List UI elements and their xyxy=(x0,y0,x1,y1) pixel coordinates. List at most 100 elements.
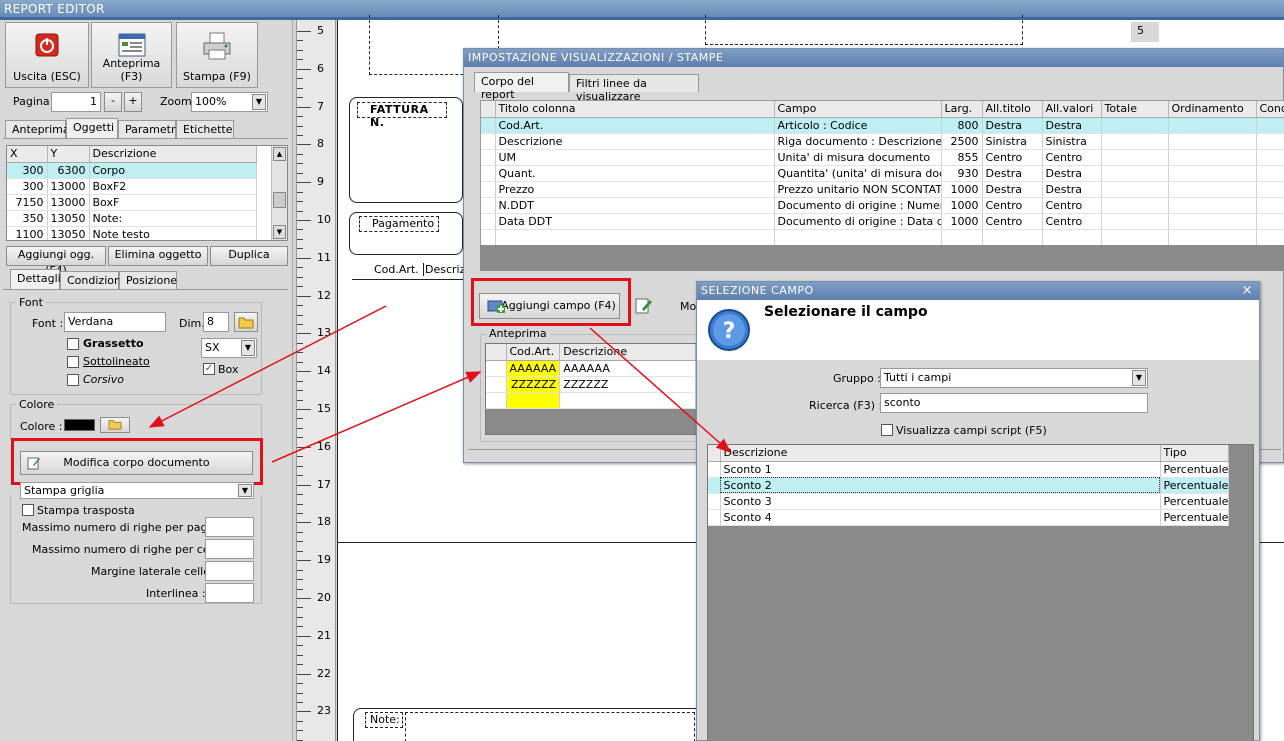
col-type[interactable]: Tipo xyxy=(1160,445,1229,462)
ruler-label: 21 xyxy=(317,628,331,642)
notes-text-box[interactable] xyxy=(405,712,695,741)
color-picker-button[interactable] xyxy=(100,417,130,433)
col-condition[interactable]: Condiz xyxy=(1256,101,1284,118)
align-select[interactable]: SX ▼ xyxy=(201,338,257,358)
max-rows-page-input[interactable] xyxy=(205,517,254,537)
cell-desc: Corpo xyxy=(89,162,257,179)
duplicate-button[interactable]: Duplica xyxy=(210,246,288,266)
max-rows-cell-input[interactable] xyxy=(205,539,254,559)
ruler-tick xyxy=(297,720,303,722)
cell-title: Prezzo xyxy=(495,181,775,198)
cell-type: Percentuale xyxy=(1160,477,1229,494)
close-icon[interactable]: × xyxy=(1242,283,1253,298)
exit-button[interactable]: Uscita (ESC) xyxy=(5,22,89,88)
delete-object-button[interactable]: Elimina oggetto xyxy=(108,246,208,266)
tab-etichette[interactable]: Etichette xyxy=(176,120,234,138)
table-row[interactable]: 350 13050 Note: xyxy=(7,210,257,227)
col-value-align[interactable]: All.valori xyxy=(1042,101,1102,118)
report-box[interactable] xyxy=(705,15,1023,45)
table-row[interactable]: Sconto 3 Percentuale xyxy=(708,493,1229,510)
objects-scrollbar[interactable]: ▲ ▼ xyxy=(271,146,287,240)
margin-input[interactable] xyxy=(205,561,254,581)
tab-posizione[interactable]: Posizione xyxy=(119,271,177,289)
col-title-align[interactable]: All.titolo xyxy=(982,101,1043,118)
underline-checkbox[interactable] xyxy=(67,356,79,368)
tab-line-filters[interactable]: Filtri linee da visualizzare xyxy=(569,74,699,103)
italic-checkbox[interactable] xyxy=(67,374,79,386)
tab-underline xyxy=(3,289,288,290)
table-row[interactable]: Sconto 4 Percentuale xyxy=(708,509,1229,526)
invoice-label[interactable]: FATTURA N. xyxy=(357,102,447,129)
tab-condizioni[interactable]: Condizioni xyxy=(60,271,124,289)
size-input[interactable]: 8 xyxy=(203,312,229,332)
script-fields-checkbox[interactable] xyxy=(881,424,893,436)
col-description[interactable]: Descrizione xyxy=(89,146,257,163)
table-row[interactable]: Cod.Art. Articolo : Codice 800 Destra Destra xyxy=(481,117,1284,134)
tab-anteprima[interactable]: Anteprima xyxy=(5,120,70,138)
scroll-up-icon[interactable]: ▲ xyxy=(273,147,286,161)
print-button[interactable]: Stampa (F9) xyxy=(176,22,258,88)
search-input[interactable]: sconto xyxy=(880,393,1148,413)
tab-oggetti[interactable]: Oggetti xyxy=(66,118,118,138)
scroll-down-icon[interactable]: ▼ xyxy=(273,225,286,239)
color-swatch[interactable] xyxy=(64,419,95,431)
add-object-button[interactable]: Aggiungi ogg.(F4) xyxy=(6,246,106,277)
table-row[interactable]: Data DDTDocumento di origine : Data doc.… xyxy=(481,213,1284,230)
preview-button[interactable]: Anteprima (F3) xyxy=(91,22,172,88)
table-row[interactable]: 7150 13000 BoxF xyxy=(7,194,257,211)
highlight-box xyxy=(471,278,631,326)
modify-button-label[interactable]: Mo xyxy=(680,300,696,313)
payment-label[interactable]: Pagamento xyxy=(359,216,439,232)
cell-total xyxy=(1101,197,1169,214)
box-checkbox[interactable]: ✓ xyxy=(203,363,215,375)
table-row[interactable] xyxy=(481,229,1284,246)
objects-table[interactable]: X Y Descrizione 300 6300 Corpo 300 13000 Box… xyxy=(6,145,288,241)
table-row[interactable]: N.DDTDocumento di origine : Numero...100… xyxy=(481,197,1284,214)
table-row[interactable]: 300 13000 BoxF2 xyxy=(7,178,257,195)
page-plus-button[interactable]: + xyxy=(124,92,142,112)
chevron-down-icon[interactable]: ▼ xyxy=(1132,370,1146,386)
line-spacing-input[interactable] xyxy=(205,583,254,603)
col-field[interactable]: Campo xyxy=(774,101,942,118)
columns-table[interactable]: Titolo colonna Campo Larg. All.titolo Al… xyxy=(480,100,1284,247)
transposed-checkbox[interactable] xyxy=(22,504,34,516)
tab-report-body[interactable]: Corpo del report xyxy=(474,72,569,101)
chevron-down-icon[interactable]: ▼ xyxy=(252,94,266,110)
bold-checkbox[interactable] xyxy=(67,338,79,350)
table-row[interactable]: Sconto 1 Percentuale xyxy=(708,461,1229,478)
col-column-title[interactable]: Titolo colonna xyxy=(495,101,775,118)
page-minus-button[interactable]: - xyxy=(104,92,122,112)
ruler-label: 14 xyxy=(317,364,331,378)
font-input[interactable]: Verdana xyxy=(64,312,166,332)
table-row[interactable]: Quant.Quantita' (unita' di misura docu..… xyxy=(481,165,1284,182)
table-row[interactable]: 300 6300 Corpo xyxy=(7,162,257,179)
table-row[interactable]: 1100 13050 Note testo xyxy=(7,226,257,240)
col-x[interactable]: X xyxy=(7,146,48,163)
cell-title: Quant. xyxy=(495,165,775,182)
zoom-select[interactable]: 100% ▼ xyxy=(191,92,268,112)
font-picker-button[interactable] xyxy=(234,312,258,332)
ruler-tick xyxy=(297,49,303,51)
table-row[interactable]: Sconto 2 Percentuale xyxy=(708,477,1229,494)
tab-dettagli[interactable]: Dettagli xyxy=(10,269,61,289)
field-dialog-title: SELEZIONE CAMPO xyxy=(701,284,814,297)
table-row[interactable]: UM Unita' di misura documento 855 Centro Cen… xyxy=(481,149,1284,166)
tab-parametri[interactable]: Parametri xyxy=(118,120,179,138)
chevron-down-icon[interactable]: ▼ xyxy=(241,340,255,356)
chevron-down-icon[interactable]: ▼ xyxy=(238,484,252,497)
col-sorting[interactable]: Ordinamento xyxy=(1168,101,1257,118)
group-select[interactable]: Tutti i campi ▼ xyxy=(880,368,1148,388)
col-total[interactable]: Totale xyxy=(1101,101,1169,118)
grid-print-select[interactable]: Stampa griglia ▼ xyxy=(20,482,254,499)
table-row[interactable]: Prezzo Prezzo unitario NON SCONTAT... 1000… xyxy=(481,181,1284,198)
col-width[interactable]: Larg. xyxy=(941,101,983,118)
cell-y: 13050 xyxy=(47,226,90,240)
table-row[interactable]: Descrizione Riga documento : Descrizione 2… xyxy=(481,133,1284,150)
fields-table[interactable]: Descrizione Tipo Sconto 1 Percentuale Sco… xyxy=(707,444,1254,741)
col-y[interactable]: Y xyxy=(47,146,90,163)
edit-icon[interactable] xyxy=(634,296,654,316)
col-description[interactable]: Descrizione xyxy=(720,445,1161,462)
page-input[interactable]: 1 xyxy=(51,92,101,112)
scroll-thumb[interactable] xyxy=(273,192,286,208)
notes-label[interactable]: Note: xyxy=(365,712,403,728)
